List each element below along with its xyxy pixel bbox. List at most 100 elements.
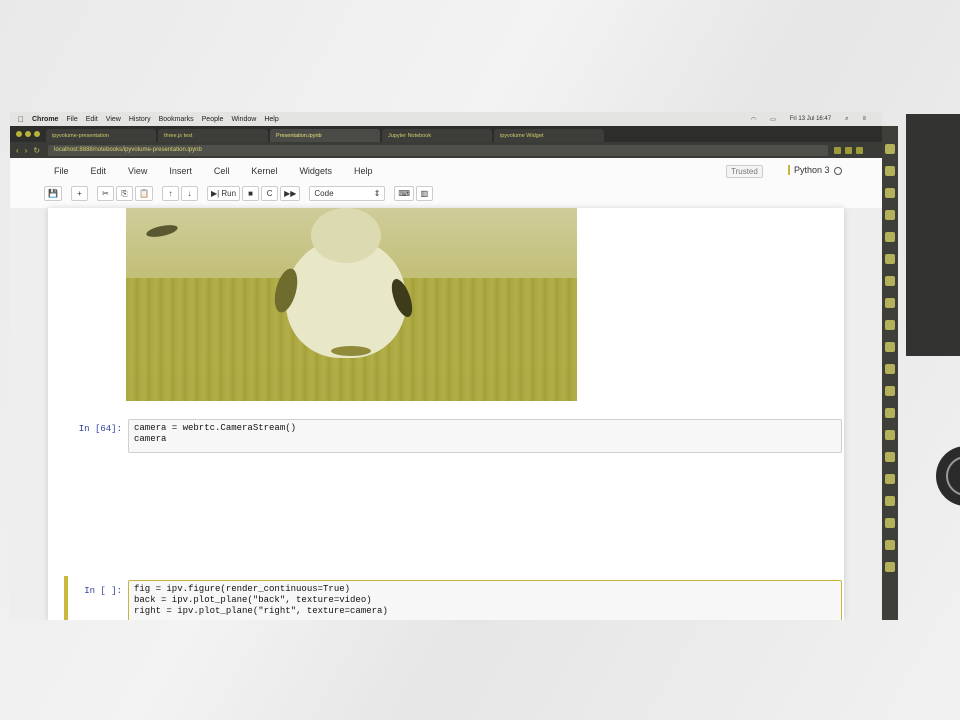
- dock-app-icon[interactable]: [885, 166, 895, 176]
- code-cell-selected[interactable]: fig = ipv.figure(render_continuous=True)…: [128, 580, 842, 620]
- paste-button[interactable]: 📋: [134, 186, 153, 201]
- menu-edit[interactable]: Edit: [91, 166, 107, 176]
- reload-icon[interactable]: ↻: [33, 146, 40, 155]
- dock-app-icon[interactable]: [885, 386, 895, 396]
- save-button[interactable]: 💾: [44, 186, 62, 201]
- jupyter-header: File Edit View Insert Cell Kernel Widget…: [10, 158, 882, 209]
- code-line: right = ipv.plot_plane("right", texture=…: [134, 606, 388, 616]
- insert-cell-button[interactable]: +: [70, 186, 88, 201]
- cell-type-value: Code: [314, 189, 334, 198]
- dock-app-icon[interactable]: [885, 254, 895, 264]
- copy-button[interactable]: ⎘: [115, 186, 133, 201]
- mac-menu-window[interactable]: Window: [231, 116, 256, 123]
- back-icon[interactable]: ‹: [16, 146, 19, 155]
- dock-app-icon[interactable]: [885, 364, 895, 374]
- notebook-page: In [64]: camera = webrtc.CameraStream() …: [48, 208, 844, 620]
- code-line: camera: [134, 434, 167, 444]
- trusted-badge[interactable]: Trusted: [726, 165, 763, 178]
- dock: [882, 126, 898, 620]
- chevron-updown-icon: ⇕: [373, 189, 381, 198]
- browser-tab-active[interactable]: Presentation.ipynb: [270, 129, 380, 142]
- dock-app-icon[interactable]: [885, 452, 895, 462]
- search-icon[interactable]: ⌕: [845, 116, 848, 123]
- video-output[interactable]: [126, 208, 577, 401]
- extension-icon[interactable]: [834, 146, 842, 154]
- dock-app-icon[interactable]: [885, 474, 895, 484]
- penguin-feet: [331, 346, 371, 356]
- dock-app-icon[interactable]: [885, 210, 895, 220]
- mac-menu-view[interactable]: View: [106, 116, 121, 123]
- mac-menu-bookmarks[interactable]: Bookmarks: [159, 116, 194, 123]
- menu-cell[interactable]: Cell: [214, 166, 230, 176]
- list-icon[interactable]: ≡: [862, 116, 866, 122]
- restart-button[interactable]: C: [261, 186, 279, 201]
- close-window-button[interactable]: [16, 131, 22, 137]
- restart-run-all-button[interactable]: ▶▶: [280, 186, 301, 201]
- menu-widgets[interactable]: Widgets: [299, 166, 332, 176]
- selected-cell-indicator: [64, 576, 68, 620]
- penguin-head: [311, 208, 381, 263]
- menu-insert[interactable]: Insert: [169, 166, 192, 176]
- dock-app-icon[interactable]: [885, 298, 895, 308]
- dock-app-icon[interactable]: [885, 144, 895, 154]
- extension-icon[interactable]: [845, 146, 853, 154]
- menu-help[interactable]: Help: [354, 166, 373, 176]
- battery-icon[interactable]: ▭: [770, 116, 776, 123]
- move-up-button[interactable]: ↑: [161, 186, 179, 201]
- cell-type-select[interactable]: Code ⇕: [309, 186, 386, 201]
- jupyter-toolbar: 💾 + ✂ ⎘ 📋 ↑ ↓ ▶| Run ■ C ▶▶ Code ⇕ ⌨ ▥: [44, 186, 433, 201]
- mac-menu-help[interactable]: Help: [264, 116, 278, 123]
- browser-tab[interactable]: three.js test: [158, 129, 268, 142]
- chart-button[interactable]: ▥: [415, 186, 433, 201]
- mac-menu-bar:  Chrome File Edit View History Bookmark…: [10, 112, 882, 126]
- screen:  Chrome File Edit View History Bookmark…: [10, 112, 882, 620]
- kernel-status-icon: [833, 166, 842, 175]
- dock-app-icon[interactable]: [885, 540, 895, 550]
- browser-tab[interactable]: ipyvolume-presentation: [46, 129, 156, 142]
- wifi-icon[interactable]: ◠: [751, 116, 756, 123]
- mac-menu-people[interactable]: People: [202, 116, 224, 123]
- background-panel: [906, 114, 960, 356]
- menu-file[interactable]: File: [54, 166, 69, 176]
- mac-menu-history[interactable]: History: [129, 116, 151, 123]
- cell-prompt: In [ ]:: [84, 586, 122, 596]
- jupyter-menubar: File Edit View Insert Cell Kernel Widget…: [54, 166, 394, 176]
- mac-menu-edit[interactable]: Edit: [86, 116, 98, 123]
- clock[interactable]: Fri 13 Jul 16:47: [790, 116, 831, 122]
- browser-tab-strip: ipyvolume-presentation three.js test Pre…: [10, 126, 882, 142]
- dock-app-icon[interactable]: [885, 518, 895, 528]
- dock-app-icon[interactable]: [885, 430, 895, 440]
- dock-app-icon[interactable]: [885, 562, 895, 572]
- menu-kernel[interactable]: Kernel: [251, 166, 277, 176]
- mac-menu-app[interactable]: Chrome: [32, 116, 58, 123]
- command-palette-button[interactable]: ⌨: [394, 186, 414, 201]
- dock-app-icon[interactable]: [885, 408, 895, 418]
- cell-prompt: In [64]:: [78, 424, 122, 434]
- zoom-window-button[interactable]: [34, 131, 40, 137]
- dock-app-icon[interactable]: [885, 232, 895, 242]
- kernel-indicator: Python 3: [788, 165, 842, 175]
- dock-app-icon[interactable]: [885, 320, 895, 330]
- browser-tab[interactable]: Jupyter Notebook: [382, 129, 492, 142]
- window-controls: [16, 131, 40, 137]
- forward-icon[interactable]: ›: [25, 146, 28, 155]
- address-bar: ‹ › ↻ localhost:8888/notebooks/ipyvolume…: [10, 142, 882, 158]
- code-cell[interactable]: camera = webrtc.CameraStream() camera: [128, 419, 842, 453]
- dock-app-icon[interactable]: [885, 276, 895, 286]
- minimize-window-button[interactable]: [25, 131, 31, 137]
- menu-icon[interactable]: [856, 146, 864, 154]
- dock-app-icon[interactable]: [885, 496, 895, 506]
- stop-button[interactable]: ■: [242, 186, 260, 201]
- apple-icon[interactable]: : [18, 115, 24, 124]
- dock-app-icon[interactable]: [885, 342, 895, 352]
- url-field[interactable]: localhost:8888/notebooks/ipyvolume-prese…: [48, 144, 829, 156]
- browser-tab[interactable]: ipyvolume Widget: [494, 129, 604, 142]
- run-button[interactable]: ▶| Run: [206, 186, 241, 201]
- cut-button[interactable]: ✂: [96, 186, 114, 201]
- dock-app-icon[interactable]: [885, 188, 895, 198]
- notebook-area[interactable]: In [64]: camera = webrtc.CameraStream() …: [10, 208, 882, 620]
- menu-view[interactable]: View: [128, 166, 147, 176]
- move-down-button[interactable]: ↓: [180, 186, 198, 201]
- decorative-disc: [936, 446, 960, 506]
- mac-menu-file[interactable]: File: [66, 116, 77, 123]
